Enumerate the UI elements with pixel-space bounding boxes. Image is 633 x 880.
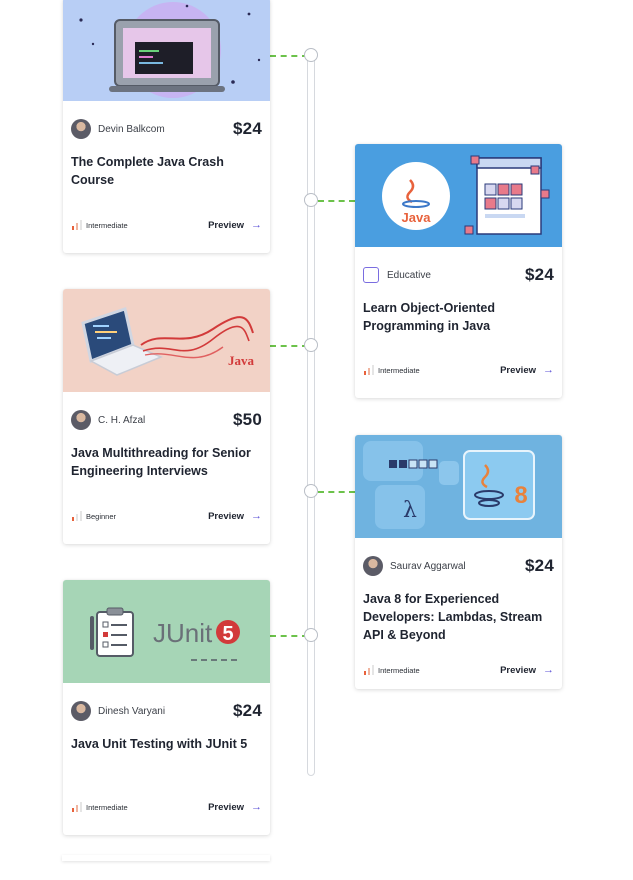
skill-level: Intermediate (86, 802, 128, 812)
course-thumbnail (63, 0, 270, 101)
educative-logo-icon (363, 267, 379, 283)
course-price: $50 (233, 410, 262, 429)
course-title[interactable]: Java 8 for Experienced Developers: Lambd… (363, 590, 554, 644)
course-thumbnail: Java (355, 144, 562, 247)
preview-button[interactable]: Preview → (500, 664, 554, 676)
preview-button[interactable]: Preview → (500, 364, 554, 376)
preview-button[interactable]: Preview → (208, 510, 262, 522)
author-name: Saurav Aggarwal (390, 560, 466, 572)
course-card[interactable]: JUnit 5 Dinesh Varyani $24 Java Unit Tes… (63, 580, 270, 835)
author-name: C. H. Afzal (98, 414, 146, 426)
author-avatar (71, 119, 91, 139)
timeline-connector (270, 635, 308, 637)
skill-level: Intermediate (378, 665, 420, 675)
preview-button[interactable]: Preview → (208, 219, 262, 231)
svg-text:8: 8 (514, 482, 527, 509)
course-price: $24 (233, 701, 262, 720)
author-avatar (71, 701, 91, 721)
timeline-node (304, 48, 318, 62)
author-name: Devin Balkcom (98, 123, 165, 135)
course-card[interactable]: λ 8 Saurav Aggarwal $24 Java 8 for Exper… (355, 435, 562, 689)
arrow-right-icon: → (251, 801, 262, 813)
skill-level: Beginner (86, 511, 117, 521)
skill-level: Intermediate (86, 220, 128, 230)
timeline-connector (318, 491, 355, 493)
course-title[interactable]: Java Unit Testing with JUnit 5 (71, 735, 262, 789)
svg-text:5: 5 (222, 623, 233, 645)
java-oop-icon: Java (382, 155, 550, 235)
arrow-right-icon: → (251, 219, 262, 231)
author-name: Dinesh Varyani (98, 705, 166, 717)
course-price: $24 (233, 119, 262, 138)
level-bars-icon (72, 220, 82, 230)
course-card[interactable]: Java C. H. Afzal $50 Java Multithreading… (63, 289, 270, 544)
arrow-right-icon: → (543, 664, 554, 676)
timeline-connector (318, 200, 355, 202)
course-price: $24 (525, 265, 554, 284)
level-bars-icon (364, 665, 374, 675)
course-card[interactable]: Devin Balkcom $24 The Complete Java Cras… (63, 0, 270, 253)
java8-lambda-icon: λ 8 (363, 441, 535, 529)
author-avatar (363, 556, 383, 576)
svg-text:Java: Java (228, 353, 255, 368)
course-title[interactable]: Java Multithreading for Senior Engineeri… (71, 444, 262, 498)
timeline-node (304, 628, 318, 642)
level-bars-icon (364, 365, 374, 375)
arrow-right-icon: → (251, 510, 262, 522)
course-thumbnail: λ 8 (355, 435, 562, 538)
author-name: Educative (387, 269, 431, 281)
timeline-node (304, 484, 318, 498)
laptop-threads-icon: Java (81, 307, 255, 376)
junit5-icon: JUnit 5 (90, 607, 241, 661)
skill-level: Intermediate (378, 365, 420, 375)
author-avatar (71, 410, 91, 430)
laptop-code-icon (79, 2, 261, 98)
course-card[interactable]: Java Educative $24 Learn Object-Oriented… (355, 144, 562, 398)
course-title[interactable]: Learn Object-Oriented Programming in Jav… (363, 299, 554, 353)
preview-button[interactable]: Preview → (208, 801, 262, 813)
timeline-connector (270, 345, 308, 347)
course-title[interactable]: The Complete Java Crash Course (71, 153, 262, 207)
timeline-node (304, 338, 318, 352)
course-price: $24 (525, 556, 554, 575)
timeline-node (304, 193, 318, 207)
svg-text:λ: λ (403, 498, 417, 523)
next-course-card[interactable] (62, 855, 270, 861)
level-bars-icon (72, 511, 82, 521)
timeline-line (307, 50, 315, 776)
arrow-right-icon: → (543, 364, 554, 376)
course-thumbnail: Java (63, 289, 270, 392)
timeline-connector (270, 55, 308, 57)
level-bars-icon (72, 802, 82, 812)
svg-text:JUnit: JUnit (153, 618, 213, 648)
course-thumbnail: JUnit 5 (63, 580, 270, 683)
svg-text:Java: Java (402, 210, 432, 225)
